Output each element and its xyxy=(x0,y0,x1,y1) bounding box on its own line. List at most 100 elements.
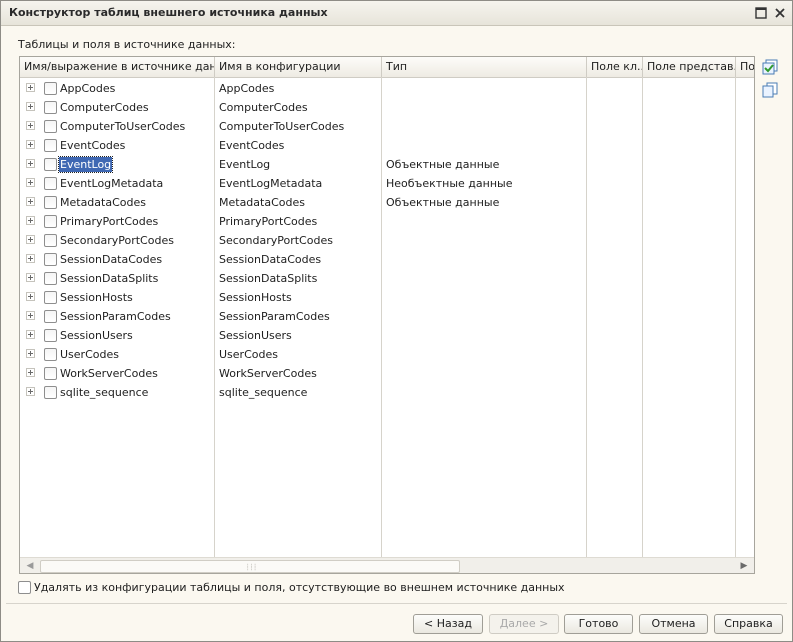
config-name-cell[interactable]: EventCodes xyxy=(219,138,284,153)
config-name-cell[interactable]: AppCodes xyxy=(219,81,274,96)
table-row[interactable]: EventLogMetadata EventLogMetadata Необъект… xyxy=(20,174,754,193)
table-row[interactable]: EventCodes EventCodes xyxy=(20,136,754,155)
row-checkbox[interactable] xyxy=(44,120,57,133)
config-name-cell[interactable]: MetadataCodes xyxy=(219,195,305,210)
source-name-cell[interactable]: SessionDataCodes xyxy=(59,252,163,267)
source-name-cell[interactable]: EventLog xyxy=(57,156,114,173)
done-button[interactable]: Готово xyxy=(564,614,633,634)
row-checkbox[interactable] xyxy=(44,367,57,380)
scroll-right-icon[interactable]: ▶ xyxy=(736,558,752,573)
config-name-cell[interactable]: SessionParamCodes xyxy=(219,309,330,324)
expand-icon[interactable] xyxy=(26,387,35,396)
horizontal-scrollbar[interactable]: ◀ ┆┆┆ ▶ xyxy=(20,557,754,573)
expand-icon[interactable] xyxy=(26,178,35,187)
source-name-cell[interactable]: WorkServerCodes xyxy=(59,366,159,381)
delete-missing-checkbox[interactable] xyxy=(18,581,31,594)
table-row[interactable]: SessionHosts SessionHosts xyxy=(20,288,754,307)
expand-icon[interactable] xyxy=(26,216,35,225)
row-checkbox[interactable] xyxy=(44,253,57,266)
back-button[interactable]: < Назад xyxy=(413,614,483,634)
type-cell[interactable]: Необъектные данные xyxy=(386,176,512,191)
row-checkbox[interactable] xyxy=(44,158,57,171)
table-row[interactable]: SessionDataSplits SessionDataSplits xyxy=(20,269,754,288)
col-header-type[interactable]: Тип xyxy=(382,57,587,77)
table-row[interactable]: SessionParamCodes SessionParamCodes xyxy=(20,307,754,326)
expand-icon[interactable] xyxy=(26,121,35,130)
col-header-key-field[interactable]: Поле кл... xyxy=(587,57,643,77)
scroll-left-icon[interactable]: ◀ xyxy=(22,558,38,573)
cancel-button[interactable]: Отмена xyxy=(639,614,708,634)
source-name-cell[interactable]: PrimaryPortCodes xyxy=(59,214,159,229)
source-name-cell[interactable]: ComputerToUserCodes xyxy=(59,119,186,134)
source-name-cell[interactable]: SessionDataSplits xyxy=(59,271,159,286)
table-row[interactable]: WorkServerCodes WorkServerCodes xyxy=(20,364,754,383)
table-row[interactable]: PrimaryPortCodes PrimaryPortCodes xyxy=(20,212,754,231)
source-name-cell[interactable]: UserCodes xyxy=(59,347,120,362)
row-checkbox[interactable] xyxy=(44,272,57,285)
config-name-cell[interactable]: PrimaryPortCodes xyxy=(219,214,317,229)
expand-icon[interactable] xyxy=(26,197,35,206)
config-name-cell[interactable]: SessionDataSplits xyxy=(219,271,317,286)
config-name-cell[interactable]: WorkServerCodes xyxy=(219,366,317,381)
row-checkbox[interactable] xyxy=(44,139,57,152)
table-row[interactable]: SessionUsers SessionUsers xyxy=(20,326,754,345)
source-name-cell[interactable]: AppCodes xyxy=(59,81,116,96)
source-name-cell[interactable]: sqlite_sequence xyxy=(59,385,149,400)
table-row[interactable]: SecondaryPortCodes SecondaryPortCodes xyxy=(20,231,754,250)
row-checkbox[interactable] xyxy=(44,348,57,361)
expand-icon[interactable] xyxy=(26,292,35,301)
maximize-icon[interactable] xyxy=(753,5,769,21)
expand-icon[interactable] xyxy=(26,330,35,339)
source-name-cell[interactable]: SessionHosts xyxy=(59,290,134,305)
table-row[interactable]: ComputerToUserCodes ComputerToUserCodes xyxy=(20,117,754,136)
table-row[interactable]: AppCodes AppCodes xyxy=(20,79,754,98)
table-row[interactable]: ComputerCodes ComputerCodes xyxy=(20,98,754,117)
expand-icon[interactable] xyxy=(26,273,35,282)
row-checkbox[interactable] xyxy=(44,291,57,304)
row-checkbox[interactable] xyxy=(44,215,57,228)
source-name-cell[interactable]: SessionUsers xyxy=(59,328,134,343)
row-checkbox[interactable] xyxy=(44,310,57,323)
row-checkbox[interactable] xyxy=(44,234,57,247)
config-name-cell[interactable]: EventLogMetadata xyxy=(219,176,322,191)
table-row[interactable]: EventLog EventLog Объектные данные xyxy=(20,155,754,174)
config-name-cell[interactable]: ComputerCodes xyxy=(219,100,308,115)
source-name-cell[interactable]: EventCodes xyxy=(59,138,126,153)
config-name-cell[interactable]: sqlite_sequence xyxy=(219,385,307,400)
config-name-cell[interactable]: ComputerToUserCodes xyxy=(219,119,344,134)
help-button[interactable]: Справка xyxy=(714,614,783,634)
row-checkbox[interactable] xyxy=(44,101,57,114)
copy-icon[interactable] xyxy=(761,81,779,99)
table-row[interactable]: UserCodes UserCodes xyxy=(20,345,754,364)
check-all-icon[interactable] xyxy=(761,58,779,76)
expand-icon[interactable] xyxy=(26,368,35,377)
col-header-config-name[interactable]: Имя в конфигурации xyxy=(215,57,382,77)
close-icon[interactable] xyxy=(772,5,788,21)
table-row[interactable]: SessionDataCodes SessionDataCodes xyxy=(20,250,754,269)
row-checkbox[interactable] xyxy=(44,177,57,190)
row-checkbox[interactable] xyxy=(44,386,57,399)
source-name-cell[interactable]: ComputerCodes xyxy=(59,100,150,115)
col-header-more[interactable]: По xyxy=(736,57,754,77)
config-name-cell[interactable]: SessionHosts xyxy=(219,290,292,305)
col-header-source-name[interactable]: Имя/выражение в источнике данн... xyxy=(20,57,215,77)
row-checkbox[interactable] xyxy=(44,82,57,95)
next-button[interactable]: Далее > xyxy=(489,614,559,634)
expand-icon[interactable] xyxy=(26,254,35,263)
source-name-cell[interactable]: EventLogMetadata xyxy=(59,176,164,191)
config-name-cell[interactable]: SessionUsers xyxy=(219,328,292,343)
type-cell[interactable]: Объектные данные xyxy=(386,157,499,172)
expand-icon[interactable] xyxy=(26,349,35,358)
row-checkbox[interactable] xyxy=(44,196,57,209)
tables-grid[interactable]: Имя/выражение в источнике данн... Имя в … xyxy=(19,56,755,574)
expand-icon[interactable] xyxy=(26,83,35,92)
expand-icon[interactable] xyxy=(26,140,35,149)
config-name-cell[interactable]: SecondaryPortCodes xyxy=(219,233,333,248)
config-name-cell[interactable]: EventLog xyxy=(219,157,270,172)
table-row[interactable]: sqlite_sequence sqlite_sequence xyxy=(20,383,754,402)
row-checkbox[interactable] xyxy=(44,329,57,342)
source-name-cell[interactable]: SecondaryPortCodes xyxy=(59,233,175,248)
col-header-presentation-field[interactable]: Поле представ... xyxy=(643,57,736,77)
scrollbar-thumb[interactable]: ┆┆┆ xyxy=(40,560,460,573)
expand-icon[interactable] xyxy=(26,102,35,111)
